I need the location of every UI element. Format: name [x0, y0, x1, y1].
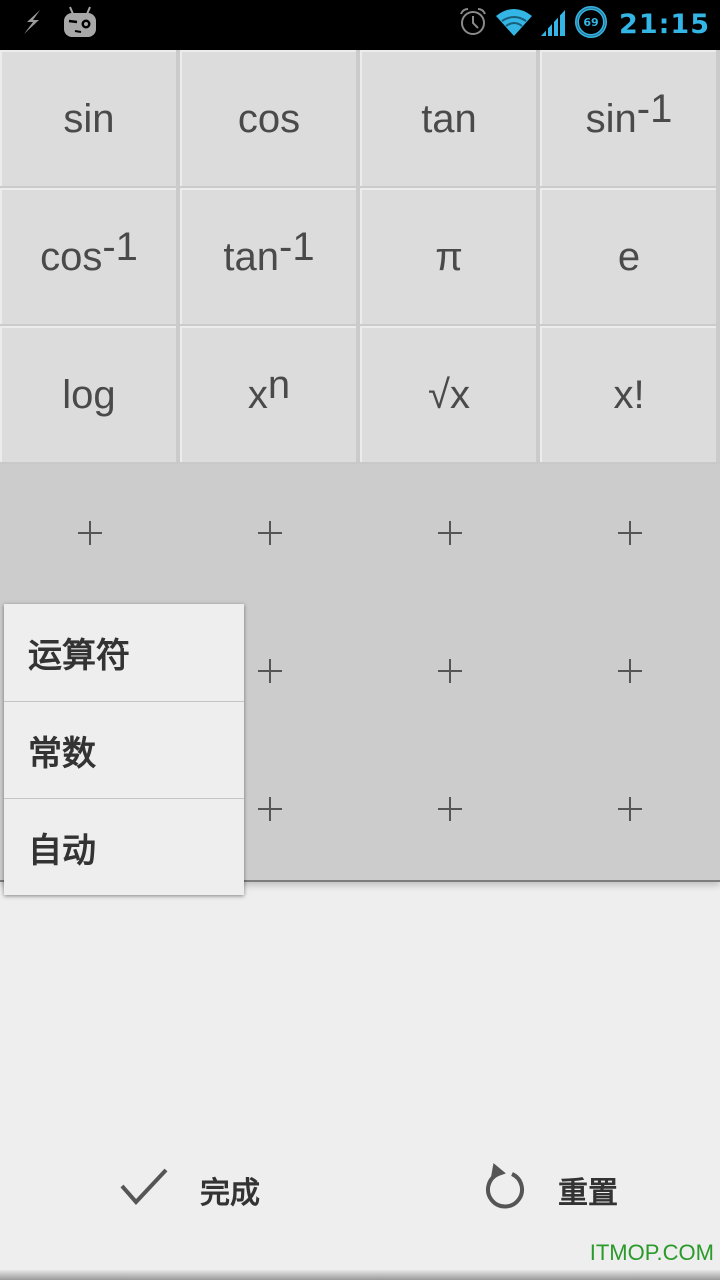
key-label: cos [40, 234, 103, 279]
empty-slot[interactable] [360, 740, 540, 878]
plus-icon [438, 797, 462, 821]
plus-icon [258, 659, 282, 683]
key-label: cos [237, 96, 301, 141]
reset-button[interactable]: 重置 [480, 1140, 618, 1240]
key-label: sin [585, 96, 637, 141]
key-superscript: -1 [102, 225, 138, 269]
alarm-clock-icon [457, 6, 489, 42]
key-arcsin[interactable]: sin -1 [540, 50, 716, 186]
key-label: tan [421, 96, 477, 141]
key-label: sin [63, 96, 115, 141]
battery-level: 69 [583, 16, 598, 29]
action-bar: 完成 重置 [0, 1140, 720, 1240]
done-label: 完成 [200, 1176, 260, 1211]
key-tan[interactable]: tan [360, 50, 536, 186]
key-label: x [247, 372, 268, 417]
key-label: π [435, 234, 463, 279]
empty-slot[interactable] [360, 602, 540, 740]
cell-signal-icon [539, 6, 567, 42]
plus-icon [78, 521, 102, 545]
key-label: log [62, 372, 116, 417]
empty-slot[interactable] [540, 464, 720, 602]
plus-icon [618, 659, 642, 683]
key-e[interactable]: e [540, 188, 716, 324]
key-label: √x [428, 372, 470, 417]
plus-icon [618, 521, 642, 545]
menu-item-auto[interactable]: 自动 [4, 798, 244, 895]
empty-slot[interactable] [540, 602, 720, 740]
key-pi[interactable]: π [360, 188, 536, 324]
key-superscript: -1 [636, 87, 673, 131]
key-log[interactable]: log [0, 326, 176, 462]
reset-label: 重置 [558, 1176, 618, 1211]
key-factorial[interactable]: x! [540, 326, 716, 462]
rotate-ccw-icon [480, 1160, 528, 1220]
empty-slot[interactable] [540, 740, 720, 878]
plus-icon [438, 521, 462, 545]
key-superscript: -1 [279, 225, 315, 269]
watermark: ITMOP.COM [589, 1240, 714, 1265]
clock: 21:15 [619, 8, 710, 40]
empty-slot[interactable] [180, 464, 360, 602]
wifi-icon [495, 6, 533, 42]
bottom-edge [0, 1270, 720, 1280]
battery-circle-icon: 69 [573, 4, 609, 44]
plus-icon [258, 521, 282, 545]
charging-bolt-icon [18, 7, 48, 41]
status-bar: 69 21:15 [0, 0, 720, 50]
key-cos[interactable]: cos [180, 50, 356, 186]
plus-icon [258, 797, 282, 821]
menu-item-constants[interactable]: 常数 [4, 701, 244, 798]
key-superscript: n [267, 363, 291, 407]
key-arctan[interactable]: tan -1 [180, 188, 356, 324]
plus-icon [618, 797, 642, 821]
key-label: x! [613, 372, 645, 417]
done-button[interactable]: 完成 [118, 1140, 260, 1240]
key-power[interactable]: xn [180, 326, 356, 462]
empty-slot[interactable] [360, 464, 540, 602]
checkmark-icon [118, 1166, 170, 1214]
slot-type-menu: 运算符 常数 自动 [4, 604, 244, 895]
key-label: e [617, 234, 641, 279]
key-label: tan [223, 234, 280, 279]
key-sqrt[interactable]: √x [360, 326, 536, 462]
empty-slot[interactable] [0, 464, 180, 602]
key-sin[interactable]: sin [0, 50, 176, 186]
key-arccos[interactable]: cos -1 [0, 188, 176, 324]
plus-icon [438, 659, 462, 683]
menu-item-operators[interactable]: 运算符 [4, 604, 244, 701]
cyanogenmod-mascot-icon [62, 5, 98, 43]
function-key-grid: sin cos tan sin -1 cos -1 tan -1 π e log x n √x x! [0, 50, 720, 464]
